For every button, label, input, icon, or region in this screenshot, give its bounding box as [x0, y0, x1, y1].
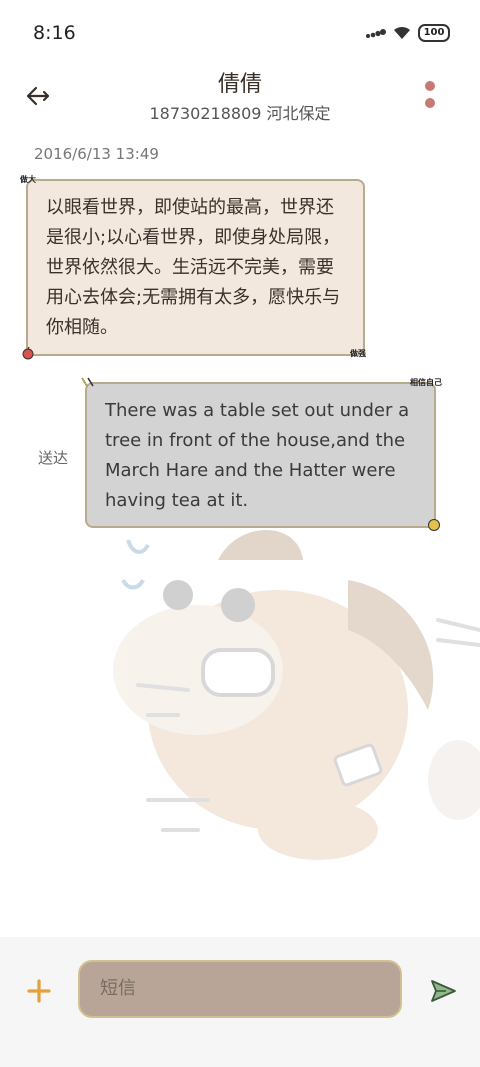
paperclip-sticker-icon: [81, 377, 94, 387]
contact-name: 倩倩: [217, 72, 262, 97]
bubble-sticker: 做大: [20, 175, 36, 184]
add-attachment-button[interactable]: [24, 976, 54, 1006]
status-icons: 100: [366, 24, 450, 42]
apple-sticker-icon: [22, 346, 34, 360]
message-text: 以眼看世界，即使站的最高，世界还是很小;以心看世界，即使身处局限，世界依然很大。…: [46, 197, 341, 338]
message-input[interactable]: 短信: [78, 960, 402, 1018]
wifi-icon: [394, 26, 410, 39]
conversation-header: 倩倩 18730218809 河北保定: [0, 64, 480, 128]
send-icon: [431, 980, 456, 1002]
battery-icon: 100: [418, 24, 450, 42]
more-options-button[interactable]: [420, 78, 442, 112]
status-time: 8:16: [33, 22, 76, 44]
bubble-sticker: 相信自己: [410, 378, 442, 387]
send-button[interactable]: [428, 976, 458, 1006]
incoming-message-bubble[interactable]: 以眼看世界，即使站的最高，世界还是很小;以心看世界，即使身处局限，世界依然很大。…: [26, 179, 365, 356]
outgoing-message-bubble[interactable]: There was a table set out under a tree i…: [85, 382, 436, 528]
status-bar: 8:16 100: [0, 0, 480, 66]
signal-icon: [366, 29, 386, 38]
bubble-sticker: 做强: [350, 349, 366, 358]
message-timestamp: 2016/6/13 13:49: [34, 145, 159, 163]
message-text: There was a table set out under a tree i…: [105, 400, 410, 511]
contact-detail: 18730218809 河北保定: [149, 104, 331, 123]
horse-illustration: [113, 530, 480, 860]
plus-icon: [27, 979, 51, 1003]
coin-sticker-icon: [428, 519, 440, 531]
delivery-status: 送达: [38, 449, 69, 467]
